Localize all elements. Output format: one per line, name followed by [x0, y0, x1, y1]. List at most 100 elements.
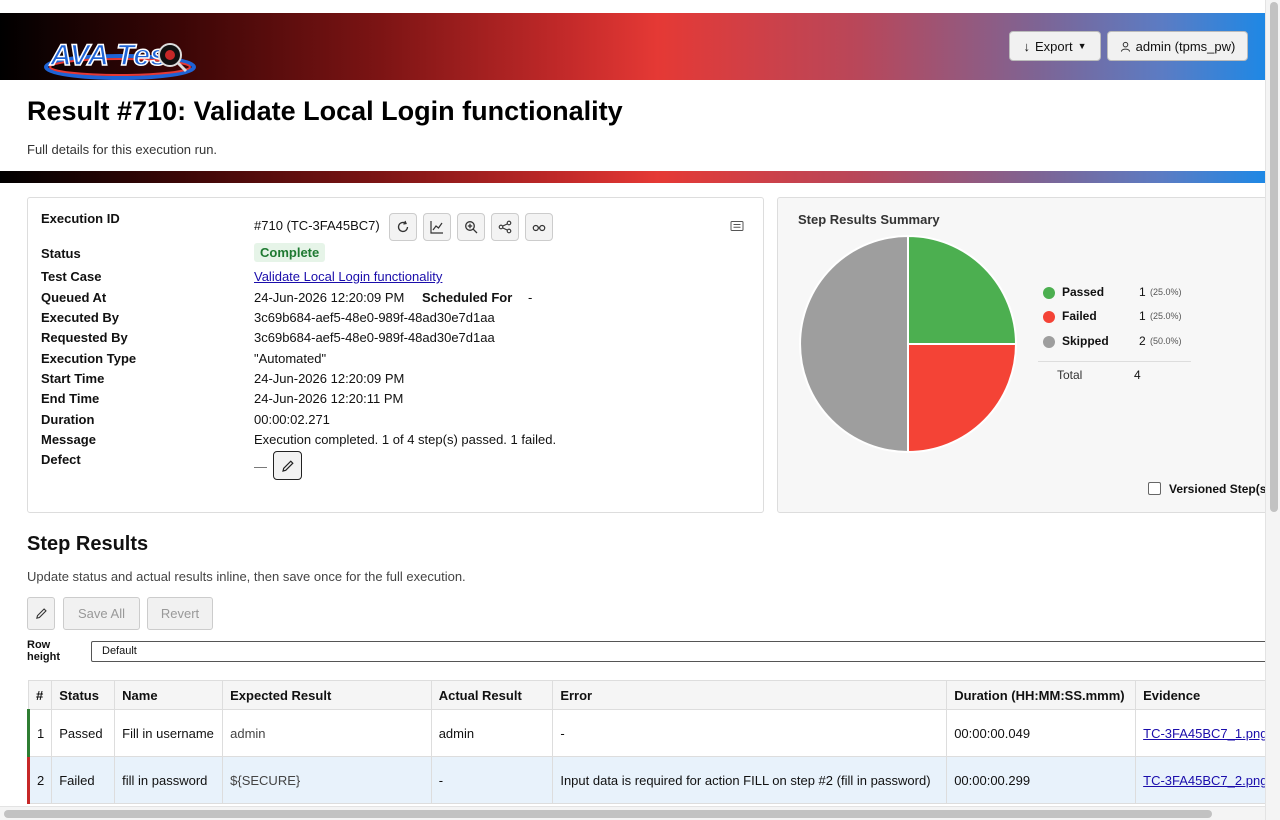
legend-name-skipped: Skipped	[1062, 334, 1109, 348]
legend-dot-skipped	[1043, 336, 1055, 348]
evidence-link[interactable]: TC-3FA45BC7_2.png	[1143, 773, 1267, 788]
step-results-table: # Status Name Expected Result Actual Res…	[27, 680, 1280, 805]
scheduled-for-value: -	[528, 290, 533, 305]
refresh-button[interactable]	[389, 213, 417, 241]
edit-defect-button[interactable]	[273, 451, 302, 480]
message-value: Execution completed. 1 of 4 step(s) pass…	[254, 432, 557, 447]
col-header-error[interactable]: Error	[552, 680, 948, 710]
pencil-icon	[35, 608, 47, 619]
col-header-status[interactable]: Status	[51, 680, 116, 710]
col-header-number[interactable]: #	[27, 680, 53, 710]
start-time-label: Start Time	[41, 371, 105, 386]
col-header-duration[interactable]: Duration (HH:MM:SS.mmm)	[946, 680, 1137, 710]
legend-count-passed: 1	[1139, 285, 1146, 299]
summary-title: Step Results Summary	[798, 212, 940, 227]
revert-button[interactable]: Revert	[147, 597, 213, 630]
legend-dot-failed	[1043, 311, 1055, 323]
end-time-value: 24-Jun-2026 12:20:11 PM	[254, 391, 404, 406]
step-actual[interactable]: admin	[430, 709, 554, 757]
step-actual[interactable]: -	[430, 756, 554, 804]
notes-button[interactable]	[730, 219, 744, 233]
step-name: fill in password	[114, 756, 224, 804]
legend-name-failed: Failed	[1062, 309, 1097, 323]
results-pie-chart	[799, 234, 1018, 454]
legend-count-failed: 1	[1139, 309, 1146, 323]
step-duration: 00:00:00.299	[946, 756, 1137, 804]
col-header-expected[interactable]: Expected Result	[222, 680, 432, 710]
execution-type-value: "Automated"	[254, 351, 327, 366]
table-row[interactable]: 2 Failed fill in password ${SECURE} - In…	[27, 756, 1280, 804]
save-all-button[interactable]: Save All	[63, 597, 140, 630]
legend-dot-passed	[1043, 287, 1055, 299]
horizontal-scrollbar[interactable]	[0, 806, 1265, 820]
total-label: Total	[1057, 368, 1083, 382]
step-name: Fill in username	[114, 709, 224, 757]
execution-id-label: Execution ID	[41, 211, 120, 226]
requested-by-label: Requested By	[41, 330, 128, 345]
share-button[interactable]	[491, 213, 519, 241]
step-number: 2	[27, 756, 53, 804]
pie-slice-passed[interactable]	[907, 234, 1018, 345]
user-icon	[1120, 41, 1130, 52]
evidence-link[interactable]: TC-3FA45BC7_1.png	[1143, 726, 1267, 741]
step-number: 1	[27, 709, 53, 757]
row-height-label: Row height	[27, 639, 60, 663]
user-menu-button[interactable]: admin (tpms_pw)	[1107, 31, 1248, 61]
line-chart-icon	[430, 221, 443, 234]
col-header-name[interactable]: Name	[114, 680, 224, 710]
step-status[interactable]: Passed	[51, 709, 116, 757]
message-label: Message	[41, 432, 96, 447]
header-banner: AVA Test ↓ Export ▼ admin (tpms_pw)	[0, 13, 1265, 80]
legend-name-passed: Passed	[1062, 285, 1105, 299]
versioned-steps-checkbox[interactable]	[1148, 482, 1161, 495]
horizontal-scroll-thumb[interactable]	[4, 810, 1212, 818]
step-results-summary-panel: Step Results Summary Passed 1 (25.0%) Fa…	[777, 197, 1277, 513]
glasses-icon	[532, 224, 546, 232]
legend-divider	[1038, 361, 1191, 362]
table-row[interactable]: 1 Passed Fill in username admin admin - …	[27, 709, 1280, 757]
step-expected: ${SECURE}	[222, 756, 432, 804]
defect-label: Defect	[41, 452, 81, 467]
page-title: Result #710: Validate Local Login functi…	[27, 96, 623, 126]
zoom-button[interactable]	[457, 213, 485, 241]
refresh-icon	[397, 220, 409, 233]
end-time-label: End Time	[41, 391, 100, 406]
notes-icon	[730, 221, 744, 231]
col-header-evidence[interactable]: Evidence	[1135, 680, 1280, 710]
step-duration: 00:00:00.049	[946, 709, 1137, 757]
export-label: Export	[1035, 38, 1073, 54]
top-strip	[0, 0, 1280, 13]
col-header-actual[interactable]: Actual Result	[430, 680, 554, 710]
status-label: Status	[41, 246, 81, 261]
page-subtitle: Full details for this execution run.	[27, 142, 218, 157]
export-button[interactable]: ↓ Export ▼	[1009, 31, 1101, 61]
total-value: 4	[1134, 368, 1141, 382]
start-time-value: 24-Jun-2026 12:20:09 PM	[254, 371, 405, 386]
legend-percent-skipped: (50.0%)	[1150, 336, 1182, 346]
vertical-scrollbar[interactable]	[1265, 0, 1280, 820]
test-case-label: Test Case	[41, 269, 102, 284]
row-height-select[interactable]: Default	[91, 641, 1280, 662]
share-icon	[498, 220, 512, 234]
pie-slice-failed[interactable]	[907, 343, 1018, 454]
step-status[interactable]: Failed	[51, 756, 116, 804]
trend-chart-button[interactable]	[423, 213, 451, 241]
execution-type-label: Execution Type	[41, 351, 137, 366]
defect-value: —	[254, 459, 267, 474]
step-results-title: Step Results	[27, 533, 149, 555]
execution-id-value: #710 (TC-3FA45BC7)	[254, 218, 380, 233]
download-arrow-icon: ↓	[1023, 38, 1031, 54]
step-results-subtitle: Update status and actual results inline,…	[27, 569, 466, 584]
compare-button[interactable]	[525, 213, 553, 241]
vertical-scroll-thumb[interactable]	[1270, 2, 1278, 512]
duration-value: 00:00:02.271	[254, 412, 330, 427]
pie-slice-skipped[interactable]	[799, 234, 909, 454]
execution-details-panel: Execution ID #710 (TC-3FA45BC7) Status C…	[27, 197, 764, 513]
ava-test-logo[interactable]: AVA Test	[44, 33, 200, 81]
versioned-steps-label: Versioned Step(s)	[1169, 482, 1271, 496]
edit-mode-button[interactable]	[27, 597, 55, 630]
user-label: admin (tpms_pw)	[1135, 38, 1236, 54]
test-case-link[interactable]: Validate Local Login functionality	[254, 269, 442, 284]
divider-band	[0, 171, 1265, 183]
queued-at-value: 24-Jun-2026 12:20:09 PM	[254, 290, 405, 305]
